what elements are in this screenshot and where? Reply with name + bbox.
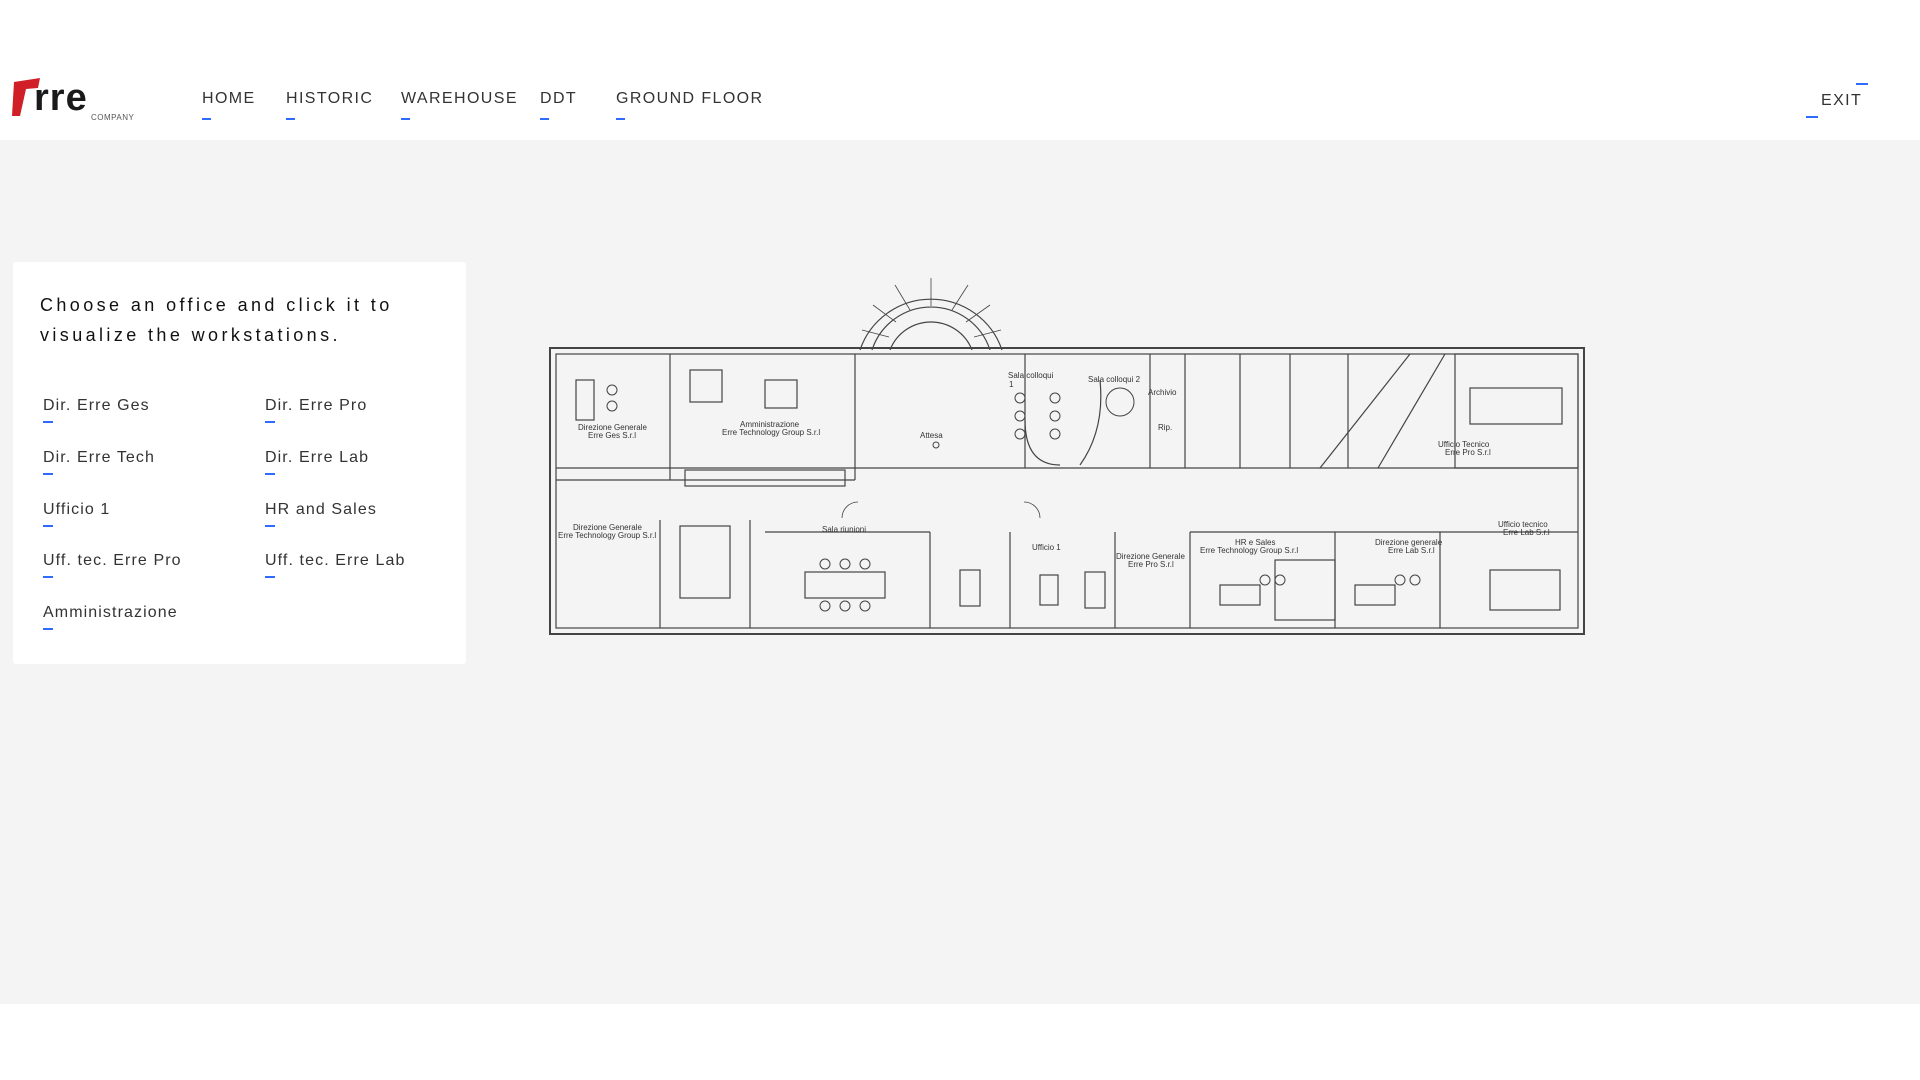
svg-text:COMPANY: COMPANY	[91, 113, 135, 122]
exit-accent-top	[1856, 83, 1868, 85]
panel-title: Choose an office and click it to visuali…	[40, 295, 393, 345]
office-amministrazione[interactable]: Amministrazione	[43, 604, 178, 630]
office-ufficio-1[interactable]: Ufficio 1	[43, 501, 110, 527]
label-uff-tec-pro-2: Erre Pro S.r.l	[1445, 448, 1491, 457]
label-dir-tech-2: Erre Technology Group S.r.l	[558, 531, 656, 540]
office-panel: Choose an office and click it to visuali…	[13, 262, 466, 664]
label-sala-riunioni: Sala riunioni	[822, 525, 866, 534]
nav-ddt[interactable]: DDT	[540, 90, 577, 120]
nav-warehouse[interactable]: WAREHOUSE	[401, 90, 518, 120]
office-uff-tec-erre-lab[interactable]: Uff. tec. Erre Lab	[265, 552, 405, 578]
erre-logo[interactable]: rre COMPANY	[12, 74, 148, 122]
label-dir-lab-2: Erre Lab S.r.l	[1388, 546, 1435, 555]
label-sala-colloqui-2: Sala colloqui 2	[1088, 375, 1141, 384]
exit-button[interactable]: EXIT	[1821, 92, 1862, 110]
nav-ground-floor[interactable]: GROUND FLOOR	[616, 90, 763, 120]
nav-historic[interactable]: HISTORIC	[286, 90, 373, 120]
label-sala-colloqui-1b: 1	[1009, 380, 1014, 389]
label-amministrazione-2: Erre Technology Group S.r.l	[722, 428, 820, 437]
office-dir-erre-lab[interactable]: Dir. Erre Lab	[265, 449, 369, 475]
office-dir-erre-tech[interactable]: Dir. Erre Tech	[43, 449, 155, 475]
label-sala-colloqui-1: Sala colloqui	[1008, 371, 1054, 380]
label-dir-pro-2: Erre Pro S.r.l	[1128, 560, 1174, 569]
nav-home[interactable]: HOME	[202, 90, 256, 120]
label-rip: Rip.	[1158, 423, 1172, 432]
office-hr-and-sales[interactable]: HR and Sales	[265, 501, 377, 527]
office-dir-erre-pro[interactable]: Dir. Erre Pro	[265, 397, 367, 423]
office-uff-tec-erre-pro[interactable]: Uff. tec. Erre Pro	[43, 552, 182, 578]
main-area: Choose an office and click it to visuali…	[0, 140, 1920, 1004]
label-ufficio-1: Ufficio 1	[1032, 543, 1061, 552]
label-attesa: Attesa	[920, 431, 943, 440]
floor-plan: Direzione Generale Erre Ges S.r.l Ammini…	[549, 278, 1585, 635]
label-archivio: Archivio	[1148, 388, 1177, 397]
svg-text:rre: rre	[34, 77, 88, 119]
label-uff-tec-lab-2: Erre Lab S.r.l	[1503, 528, 1550, 537]
office-dir-erre-ges[interactable]: Dir. Erre Ges	[43, 397, 150, 423]
label-dir-ges-2: Erre Ges S.r.l	[588, 431, 636, 440]
top-header: rre COMPANY HOME HISTORIC WAREHOUSE DDT …	[0, 0, 1920, 140]
exit-accent-bottom	[1806, 116, 1818, 118]
label-hr-sales-2: Erre Technology Group S.r.l	[1200, 546, 1298, 555]
